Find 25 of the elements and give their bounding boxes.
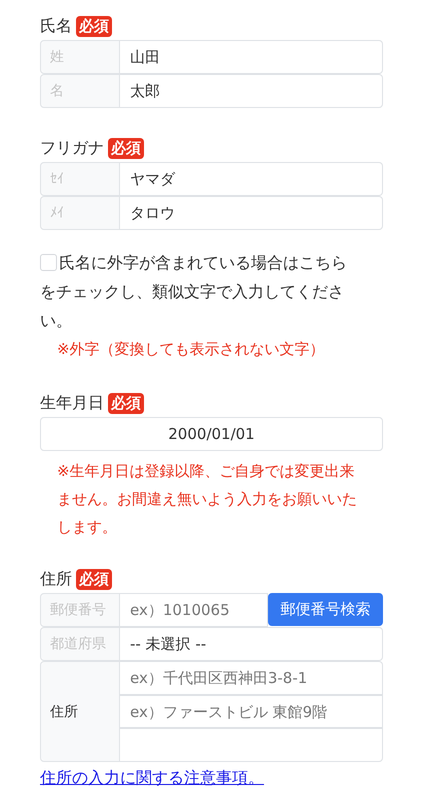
input-field[interactable]: ex）ファーストビル 東館9階 xyxy=(120,694,383,728)
input-field[interactable] xyxy=(120,728,383,762)
note-text: ※外字（変換しても表示されない文字） xyxy=(56,339,326,360)
field-label: 住所 xyxy=(40,661,120,762)
checkbox-label: 氏名に外字が含まれている場合はこちらをチェックし、類似文字で入力してください。 xyxy=(40,252,348,332)
field-label: 氏名 xyxy=(40,16,72,36)
required-tag: 必須 xyxy=(76,568,112,590)
prefecture-select[interactable]: -- 未選択 -- xyxy=(120,627,383,661)
input-field[interactable]: タロウ xyxy=(120,196,383,230)
required-tag: 必須 xyxy=(108,392,144,414)
input-field[interactable]: ex）千代田区西神田3-8-1 xyxy=(120,661,383,695)
required-tag: 必須 xyxy=(76,16,112,36)
note-text: ※生年月日は登録以降、ご自身では変更出来ません。お間違え無いよう入力をお願いいたします。 xyxy=(56,461,357,538)
field-label: 生年月日 xyxy=(40,392,104,414)
field-label: 住所 xyxy=(40,568,72,590)
field-label: フリガナ xyxy=(40,138,104,158)
input-field[interactable]: ex）1010065 xyxy=(120,593,268,627)
notice-link[interactable]: 住所の入力に関する注意事項。 xyxy=(40,768,264,789)
input-field[interactable]: 山田 xyxy=(120,40,383,74)
checkbox[interactable] xyxy=(40,254,57,271)
input-field[interactable]: 太郎 xyxy=(120,74,383,108)
required-tag: 必須 xyxy=(108,138,144,158)
postal-search-button[interactable]: 郵便番号検索 xyxy=(268,593,383,626)
input-field[interactable]: ヤマダ xyxy=(120,162,383,196)
date-field[interactable]: 2000/01/01 xyxy=(40,417,383,451)
